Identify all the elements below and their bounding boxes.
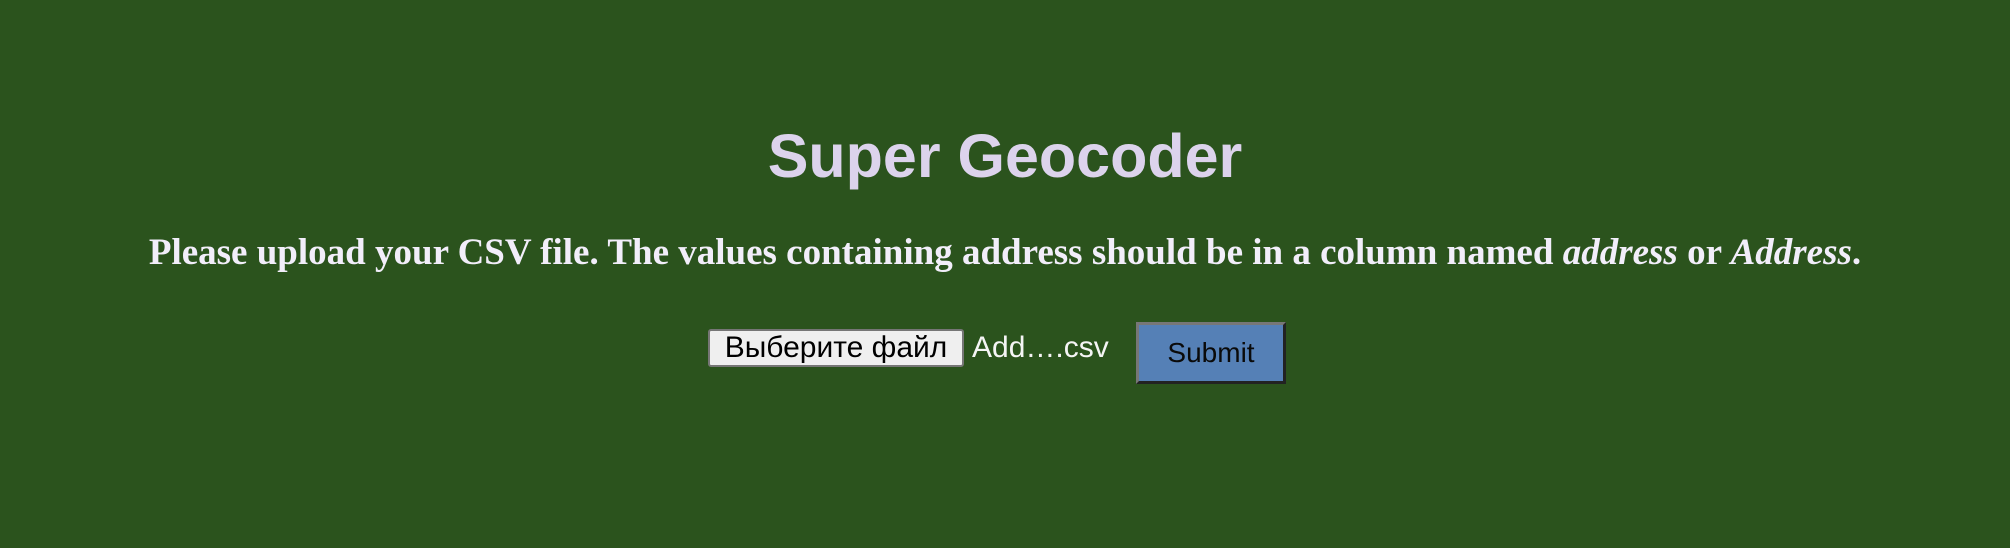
page: Super Geocoder Please upload your CSV fi… bbox=[0, 0, 2010, 548]
instructions-column-name-capitalized: Address bbox=[1730, 232, 1852, 273]
selected-file-name: Add….csv bbox=[972, 331, 1109, 364]
submit-button[interactable]: Submit bbox=[1136, 322, 1286, 384]
instructions-text-middle: or bbox=[1677, 232, 1731, 273]
page-title: Super Geocoder bbox=[767, 122, 1243, 190]
upload-instructions: Please upload your CSV file. The values … bbox=[0, 225, 2010, 281]
instructions-text-before: Please upload your CSV file. The values … bbox=[148, 232, 1563, 273]
instructions-text-after: . bbox=[1851, 232, 1862, 273]
instructions-column-name-lowercase: address bbox=[1562, 232, 1678, 273]
choose-file-button[interactable]: Выберите файл bbox=[708, 329, 964, 367]
